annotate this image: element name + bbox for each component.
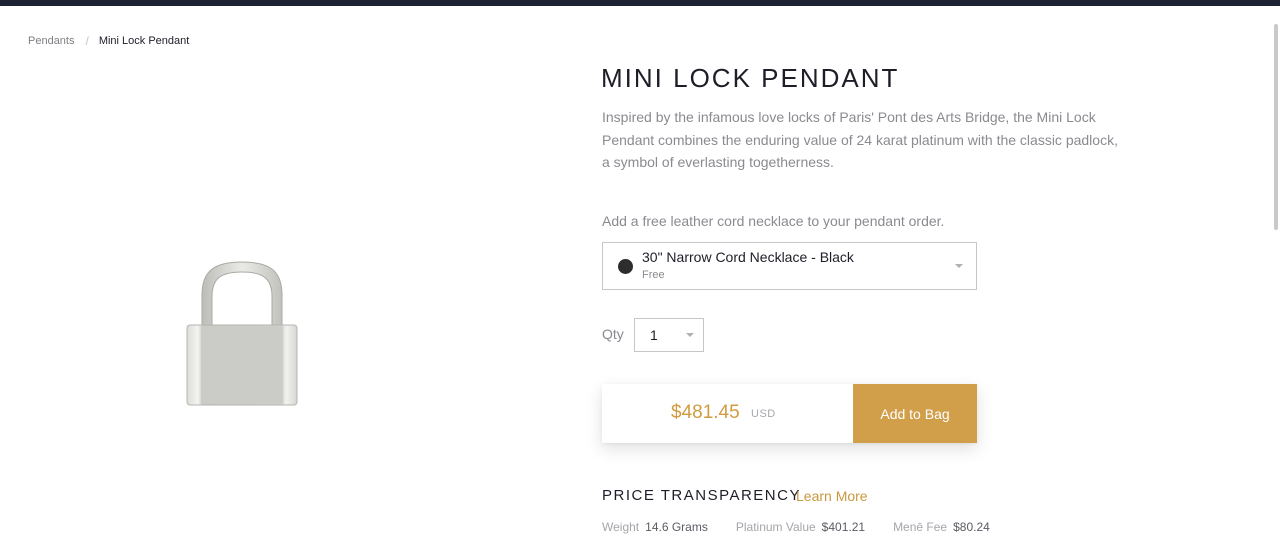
stat-mene-fee: Menē Fee $80.24: [893, 520, 990, 534]
cord-option-name: 30" Narrow Cord Necklace - Black: [642, 249, 854, 265]
stat-value: 14.6 Grams: [645, 520, 708, 534]
stat-platinum-value: Platinum Value $401.21: [736, 520, 865, 534]
product-title: MINI LOCK PENDANT: [601, 63, 900, 93]
stat-label: Menē Fee: [893, 520, 948, 534]
purchase-box: $481.45 USD Add to Bag: [602, 384, 977, 443]
product-description: Inspired by the infamous love locks of P…: [602, 109, 1118, 170]
breadcrumb-current: Mini Lock Pendant: [98, 35, 190, 47]
stat-label: Platinum Value: [735, 520, 816, 534]
cord-color-swatch: [618, 259, 633, 274]
stat-value: $401.21: [821, 520, 866, 534]
breadcrumb: Pendants / Mini Lock Pendant: [28, 34, 189, 48]
qty-value: 1: [650, 327, 658, 343]
qty-select[interactable]: 1: [634, 318, 704, 352]
top-bar: [0, 0, 1280, 6]
stat-value: $80.24: [953, 520, 990, 534]
stat-weight: Weight 14.6 Grams: [602, 520, 708, 534]
cord-necklace-select[interactable]: 30" Narrow Cord Necklace - Black Free: [602, 242, 977, 290]
learn-more-link[interactable]: Learn More: [796, 488, 868, 504]
scrollbar-thumb[interactable]: [1274, 24, 1278, 230]
stat-label: Weight: [602, 520, 640, 534]
price-currency: USD: [751, 408, 776, 420]
price-transparency-stats: Weight 14.6 Grams Platinum Value $401.21…: [602, 520, 1018, 534]
chevron-down-icon: [686, 333, 694, 337]
breadcrumb-pendants-link[interactable]: Pendants: [28, 35, 74, 47]
cord-prompt: Add a free leather cord necklace to your…: [602, 213, 945, 229]
cord-option-price: Free: [642, 269, 665, 281]
breadcrumb-separator: /: [85, 34, 89, 48]
add-to-bag-button[interactable]: Add to Bag: [853, 384, 977, 443]
chevron-down-icon: [955, 264, 963, 268]
qty-label: Qty: [602, 326, 624, 342]
price-transparency-heading: PRICE TRANSPARENCY: [602, 487, 801, 504]
page-scrollbar[interactable]: [1272, 6, 1280, 546]
padlock-pendant-icon: [186, 261, 298, 406]
product-image: [180, 255, 306, 410]
product-price: $481.45: [671, 402, 740, 423]
